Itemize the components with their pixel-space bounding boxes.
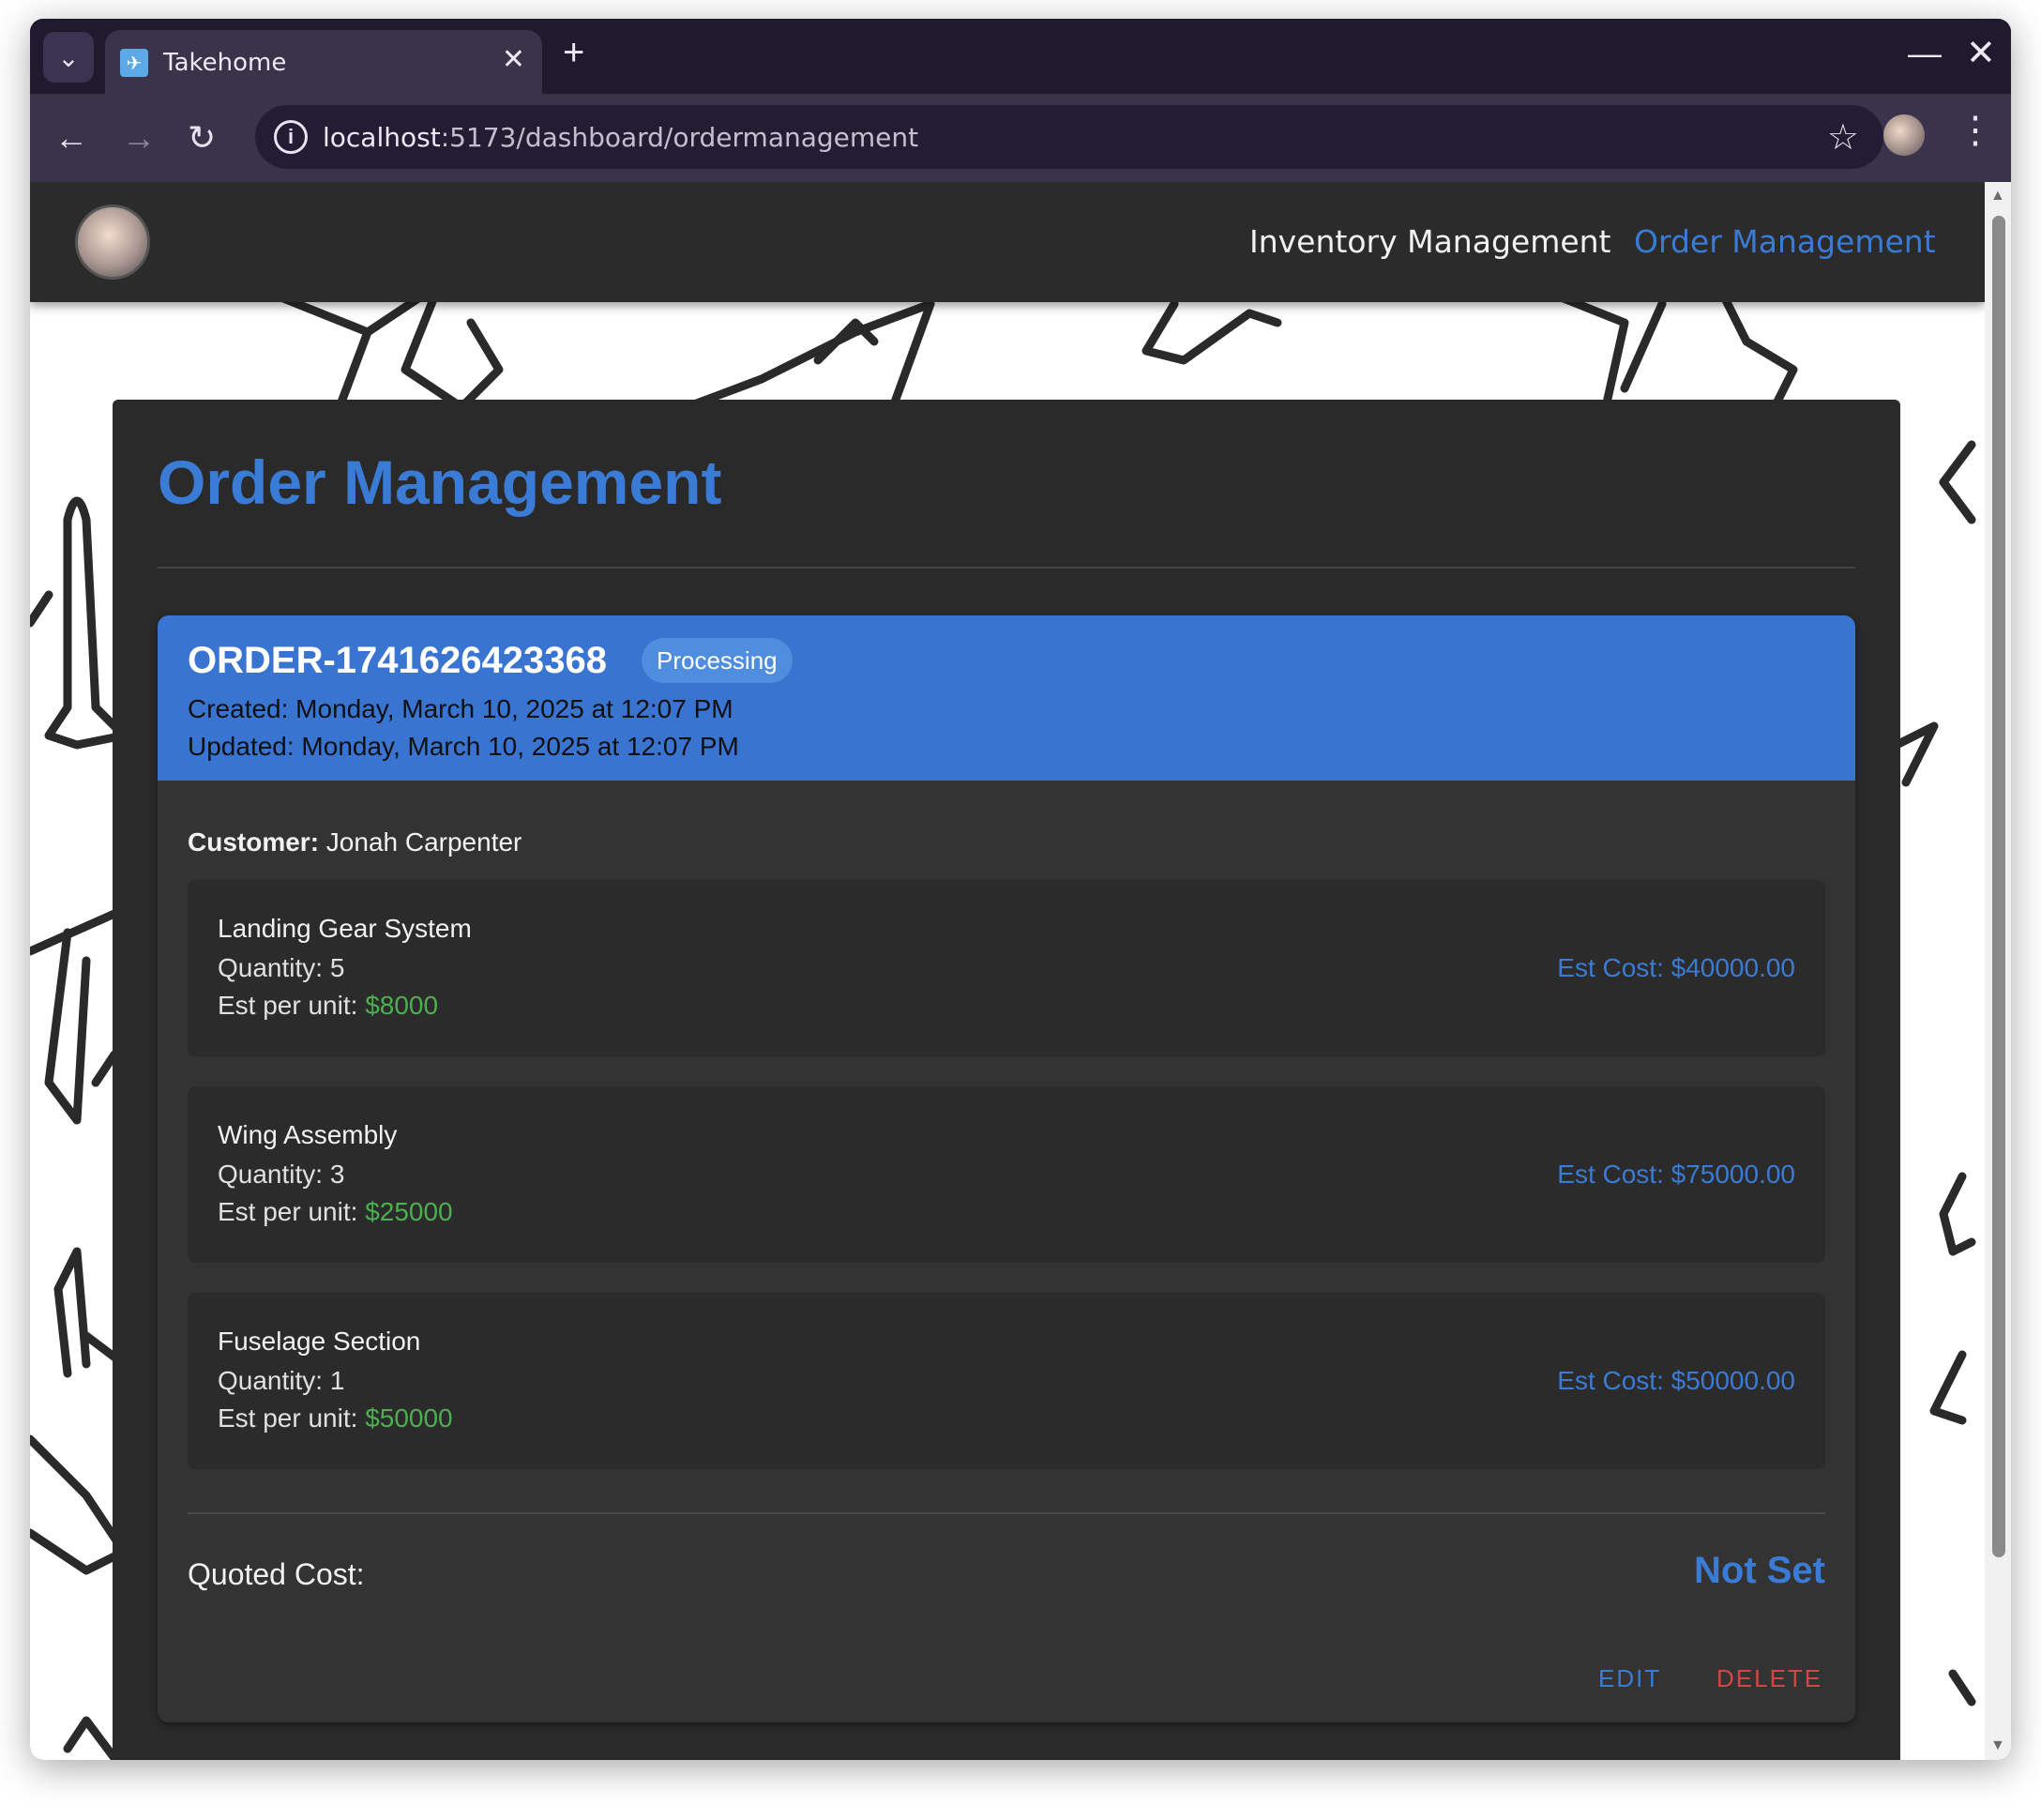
item-name: Landing Gear System — [218, 914, 472, 943]
item-unit-label: Est per unit: — [218, 991, 366, 1020]
delete-button[interactable]: DELETE — [1716, 1664, 1822, 1693]
order-card: ORDER-1741626423368 Processing Created: … — [158, 615, 1855, 1722]
order-updated-date: Updated: Monday, March 10, 2025 at 12:07… — [188, 732, 739, 761]
reload-icon[interactable]: ↻ — [188, 118, 216, 158]
url-text[interactable]: localhost:5173/dashboard/ordermanagement — [323, 122, 918, 153]
tab-search-chevron-icon[interactable]: ⌄ — [43, 32, 94, 83]
customer-line: Customer: Jonah Carpenter — [188, 827, 522, 857]
item-unit-price-line: Est per unit: $8000 — [218, 991, 438, 1021]
item-unit-price: $50000 — [365, 1403, 453, 1433]
page-scrollbar[interactable]: ▲ ▼ — [1985, 182, 2011, 1760]
window-minimize-icon[interactable]: — — [1908, 34, 1942, 73]
order-created-date: Created: Monday, March 10, 2025 at 12:07… — [188, 694, 733, 723]
tab-title: Takehome — [163, 49, 287, 77]
item-unit-label: Est per unit: — [218, 1403, 366, 1433]
item-unit-price-line: Est per unit: $25000 — [218, 1197, 453, 1227]
user-avatar[interactable] — [75, 205, 150, 280]
scrollbar-thumb[interactable] — [1992, 216, 2005, 1557]
url-path: :5173/dashboard/ordermanagement — [440, 122, 919, 153]
quoted-cost-label: Quoted Cost: — [188, 1557, 365, 1591]
item-unit-price-line: Est per unit: $50000 — [218, 1403, 453, 1433]
order-id: ORDER-1741626423368 — [188, 640, 607, 681]
quoted-cost-value: Not Set — [1694, 1550, 1825, 1591]
item-quantity: Quantity: 3 — [218, 1160, 345, 1189]
customer-label: Customer: — [188, 827, 320, 857]
forward-arrow-icon[interactable]: → — [122, 118, 156, 158]
item-quantity: Quantity: 1 — [218, 1366, 345, 1395]
browser-menu-kebab-icon[interactable]: ⋮ — [1957, 109, 1994, 152]
back-arrow-icon[interactable]: ← — [54, 118, 88, 158]
browser-profile-avatar[interactable] — [1883, 114, 1925, 156]
item-est-cost: Est Cost: $75000.00 — [1557, 1160, 1795, 1189]
order-card-header: ORDER-1741626423368 Processing Created: … — [158, 615, 1855, 781]
item-unit-price: $8000 — [365, 991, 439, 1020]
nav-link-inventory[interactable]: Inventory Management — [1249, 223, 1611, 260]
page-viewport: Inventory Management Order Management Or… — [30, 182, 2011, 1760]
nav-link-order-management[interactable]: Order Management — [1634, 223, 1936, 260]
order-item: Wing Assembly Quantity: 3 Est per unit: … — [188, 1086, 1825, 1263]
item-unit-label: Est per unit: — [218, 1197, 366, 1226]
customer-name: Jonah Carpenter — [325, 827, 522, 857]
edit-button[interactable]: EDIT — [1598, 1664, 1661, 1693]
address-bar[interactable]: i localhost:5173/dashboard/ordermanageme… — [255, 105, 1883, 169]
airplane-favicon-icon: ✈ — [120, 49, 148, 77]
order-item: Fuselage Section Quantity: 1 Est per uni… — [188, 1293, 1825, 1469]
site-info-icon[interactable]: i — [274, 120, 308, 154]
tab-strip: ⌄ ✈ Takehome ✕ + — ✕ — [30, 19, 2011, 94]
browser-window: ⌄ ✈ Takehome ✕ + — ✕ ← → ↻ i localhost:5… — [30, 19, 2011, 1760]
item-est-cost: Est Cost: $50000.00 — [1557, 1366, 1795, 1395]
browser-tab[interactable]: ✈ Takehome ✕ — [105, 30, 542, 94]
main-panel: Order Management ORDER-1741626423368 Pro… — [113, 400, 1900, 1760]
item-name: Wing Assembly — [218, 1120, 398, 1149]
item-unit-price: $25000 — [365, 1197, 453, 1226]
page-title: Order Management — [158, 447, 722, 517]
card-divider — [188, 1512, 1825, 1514]
item-name: Fuselage Section — [218, 1327, 421, 1356]
new-tab-plus-icon[interactable]: + — [563, 32, 584, 74]
scroll-up-arrow-icon[interactable]: ▲ — [1990, 188, 2005, 205]
bookmark-star-icon[interactable]: ☆ — [1827, 116, 1859, 159]
app-header: Inventory Management Order Management — [30, 182, 1985, 302]
tab-close-icon[interactable]: ✕ — [502, 43, 525, 76]
window-close-icon[interactable]: ✕ — [1966, 32, 1996, 74]
title-divider — [158, 567, 1855, 569]
order-item: Landing Gear System Quantity: 5 Est per … — [188, 880, 1825, 1056]
item-est-cost: Est Cost: $40000.00 — [1557, 953, 1795, 982]
url-host: localhost — [323, 122, 441, 153]
scroll-down-arrow-icon[interactable]: ▼ — [1990, 1737, 2005, 1754]
item-quantity: Quantity: 5 — [218, 953, 345, 982]
status-badge: Processing — [642, 638, 793, 683]
